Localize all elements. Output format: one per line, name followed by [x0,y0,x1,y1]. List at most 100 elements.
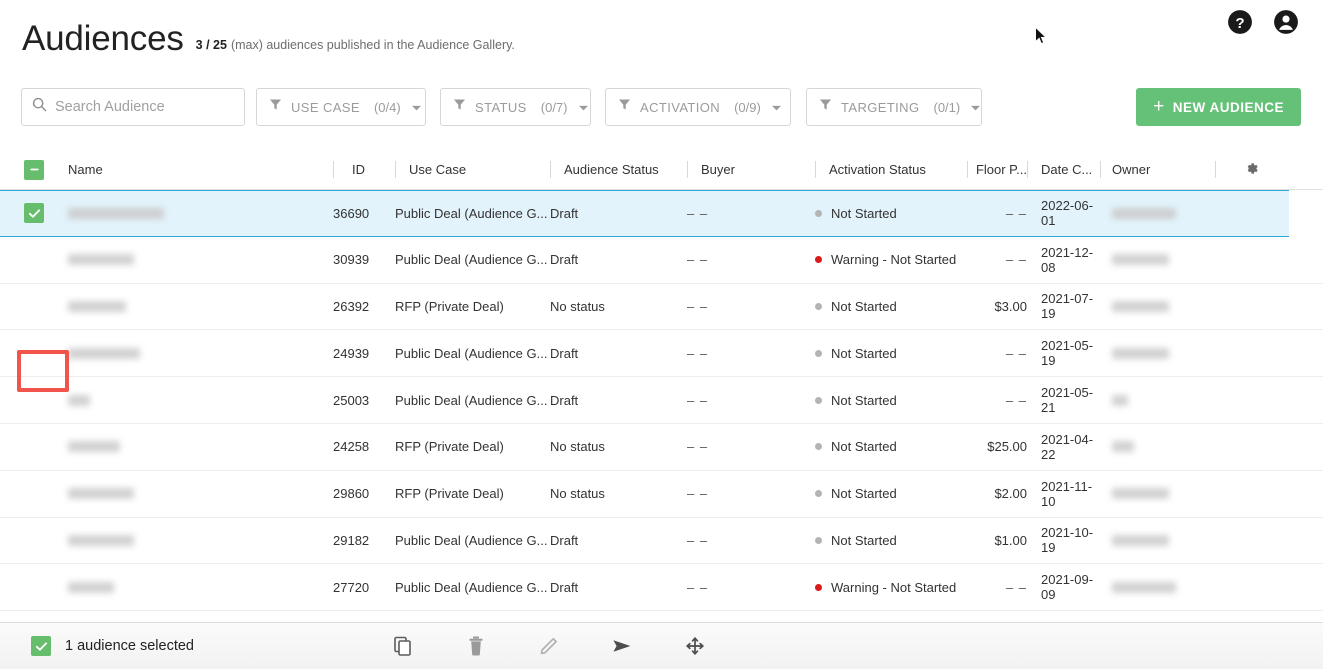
column-header-id-label: ID [352,162,365,177]
table-row[interactable]: 24939 Public Deal (Audience G... Draft – – N… [0,330,1323,378]
table-row[interactable]: 29860 RFP (Private Deal) No status – – Not S… [0,471,1323,518]
cell-name[interactable] [68,377,333,423]
column-header-name[interactable]: Name [68,150,333,190]
column-header-date-created[interactable]: Date C... [1027,150,1100,190]
filter-targeting[interactable]: TARGETING (0/1) [806,88,982,126]
row-select-checkbox[interactable] [0,471,68,517]
select-all-checkbox[interactable] [0,150,68,190]
account-circle-icon[interactable] [1273,9,1299,35]
cell-name[interactable] [68,564,333,610]
cell-id: 24939 [333,330,395,376]
cell-name[interactable] [68,471,333,517]
delete-icon[interactable] [463,633,489,659]
cell-name[interactable] [68,191,333,236]
chevron-down-icon [771,98,781,116]
row-select-checkbox[interactable] [0,191,68,236]
cell-floor-price-value: $2.00 [994,486,1027,502]
new-audience-label: NEW AUDIENCE [1172,99,1284,115]
search-input[interactable] [55,99,234,115]
cell-use-case-value: Public Deal (Audience G... [395,252,548,268]
table-settings-button[interactable] [1215,150,1275,190]
filter-use-case[interactable]: USE CASE (0/4) [256,88,426,126]
cell-id: 29182 [333,518,395,564]
search-audience-box[interactable] [21,88,245,126]
cell-activation-status: Not Started [815,330,967,376]
column-header-audience-status[interactable]: Audience Status [550,150,687,190]
table-row[interactable]: 30939 Public Deal (Audience G... Draft – – W… [0,237,1323,284]
cell-name[interactable] [68,237,333,283]
table-row[interactable]: 36690 Public Deal (Audience G... Draft – – N… [0,190,1289,237]
cell-date-created-value: 2021-09-09 [1041,572,1094,603]
cell-floor-price-value: – – [1005,205,1027,221]
row-select-checkbox[interactable] [0,424,68,470]
column-header-floor-price[interactable]: Floor P... [967,150,1027,190]
row-select-checkbox[interactable] [0,518,68,564]
cell-buyer: – – [687,377,815,423]
cell-id: 24258 [333,424,395,470]
row-select-checkbox[interactable] [0,284,68,330]
activation-status-dot [815,396,822,404]
filter-use-case-count: (0/4) [373,99,401,115]
cell-buyer-value: – – [687,392,709,408]
filter-status[interactable]: STATUS (0/7) [440,88,591,126]
cell-floor-price-value: – – [1005,252,1027,268]
table-row[interactable]: 27720 Public Deal (Audience G... Draft – – W… [0,564,1323,612]
send-icon[interactable] [609,633,635,659]
cell-use-case-value: Public Deal (Audience G... [395,579,548,595]
edit-icon[interactable] [536,633,562,659]
cell-id-value: 29182 [333,532,370,548]
cell-use-case-value: Public Deal (Audience G... [395,205,548,221]
cell-buyer-value: – – [687,486,709,502]
column-header-owner[interactable]: Owner [1100,150,1215,190]
cell-use-case: RFP (Private Deal) [395,284,550,330]
cell-activation-status-value: Warning - Not Started [831,579,957,595]
table-row[interactable]: 29182 Public Deal (Audience G... Draft – – N… [0,518,1323,565]
column-header-date-created-label: Date C... [1041,162,1093,177]
column-header-use-case[interactable]: Use Case [395,150,550,190]
row-select-checkbox[interactable] [0,237,68,283]
cell-buyer-value: – – [687,532,709,548]
redacted-name [68,534,134,546]
filter-activation[interactable]: ACTIVATION (0/9) [605,88,791,126]
copy-icon[interactable] [390,633,416,659]
table-row[interactable]: 26392 RFP (Private Deal) No status – – Not S… [0,284,1323,331]
cell-spacer [1215,237,1275,283]
column-divider [687,160,688,178]
cell-name[interactable] [68,284,333,330]
row-select-checkbox[interactable] [0,564,68,610]
cell-name[interactable] [68,424,333,470]
help-circle-icon[interactable]: ? [1227,9,1253,35]
redacted-owner [1112,534,1169,546]
cell-activation-status-value: Not Started [831,439,897,455]
table-row[interactable]: 25003 Public Deal (Audience G... Draft – – N… [0,377,1323,424]
checkbox-unchecked [24,530,44,550]
column-header-buyer[interactable]: Buyer [687,150,815,190]
cell-floor-price: – – [967,191,1027,236]
cell-spacer [1215,471,1275,517]
new-audience-button[interactable]: + NEW AUDIENCE [1136,88,1301,126]
redacted-name [68,488,134,500]
table-row[interactable]: 24258 RFP (Private Deal) No status – – Not S… [0,424,1323,471]
filter-activation-label: ACTIVATION [640,99,721,115]
cell-date-created: 2021-10-19 [1027,518,1100,564]
cell-id-value: 24258 [333,439,370,455]
cell-date-created: 2021-11-10 [1027,471,1100,517]
row-select-checkbox[interactable] [0,330,68,376]
cell-name[interactable] [68,518,333,564]
row-select-checkbox[interactable] [0,377,68,423]
cell-activation-status-value: Not Started [831,532,897,548]
filter-activation-count: (0/9) [734,99,761,115]
activation-status-dot [815,536,822,544]
cell-floor-price: $1.00 [967,518,1027,564]
cell-spacer [1215,330,1275,376]
column-header-id[interactable]: ID [333,150,395,190]
move-icon[interactable] [682,633,708,659]
cell-spacer [1215,377,1275,423]
column-header-activation-status[interactable]: Activation Status [815,150,967,190]
selection-checkbox[interactable] [31,636,51,656]
cell-name[interactable] [68,330,333,376]
activation-status-dot [815,256,822,264]
cell-activation-status-value: Not Started [831,205,897,221]
audience-count-separator: / [202,38,214,52]
page-header: Audiences 3 / 25 (max) audiences publishe… [0,0,1323,78]
